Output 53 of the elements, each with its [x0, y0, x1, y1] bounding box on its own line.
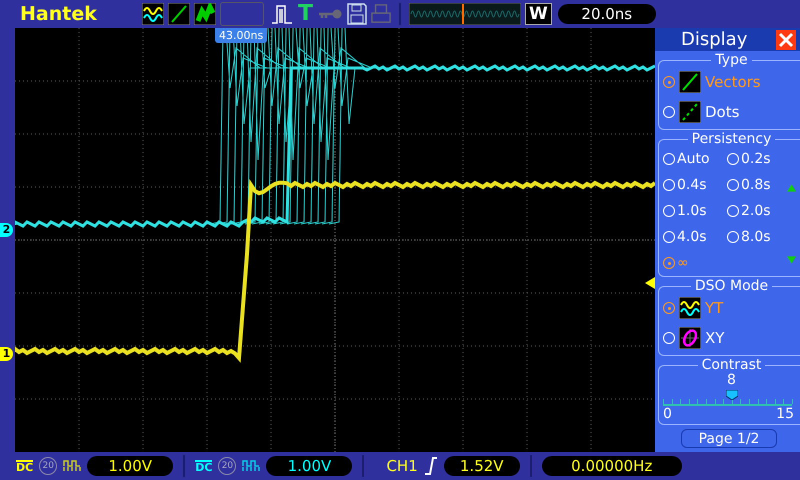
rising-edge-icon[interactable]	[424, 457, 438, 475]
panel-title: Display	[681, 29, 748, 50]
persistency-option[interactable]: 0.2s	[727, 148, 791, 170]
pulse-icon[interactable]	[270, 3, 294, 25]
trigger-source[interactable]: CH1	[386, 457, 418, 475]
square-wave-icon[interactable]	[242, 459, 260, 473]
trigger-level-readout[interactable]: 1.52V	[444, 456, 520, 476]
slider-min-label: 0	[663, 406, 672, 422]
bandwidth-limit[interactable]: 20	[218, 457, 236, 475]
persistency-option[interactable]: Auto	[663, 148, 727, 170]
trigger-time-marker[interactable]: 43.00ns	[215, 28, 268, 43]
contrast-slider[interactable]	[663, 390, 792, 406]
persistency-option[interactable]: 8.0s	[727, 226, 791, 248]
line-icon	[679, 71, 701, 94]
page-button[interactable]: Page 1/2	[681, 429, 777, 448]
trigger-letter[interactable]: T	[298, 3, 314, 25]
persistence-icon[interactable]	[194, 3, 216, 25]
bandwidth-limit[interactable]: 20	[39, 457, 58, 475]
persistency-option[interactable]: 2.0s	[727, 200, 791, 222]
waveform-icon[interactable]	[142, 3, 164, 25]
save-icon[interactable]	[347, 3, 368, 25]
channel-scale-readout[interactable]: 1.00V	[266, 456, 352, 476]
mode-option[interactable]: XY	[663, 323, 800, 354]
dotted-line-icon	[679, 101, 701, 124]
persistency-option[interactable]: 1.0s	[663, 200, 727, 222]
persistency-option[interactable]: 4.0s	[663, 226, 727, 248]
contrast-value: 8	[726, 372, 737, 388]
coupling-label[interactable]: DC	[16, 460, 34, 472]
line-icon[interactable]	[168, 3, 190, 25]
radio-button[interactable]	[663, 257, 675, 270]
group-title: DSO Mode	[694, 279, 770, 294]
group-title: Persistency	[690, 132, 772, 146]
persistency-option[interactable]: 0.8s	[727, 174, 791, 196]
channel-marker[interactable]: 1	[0, 347, 13, 361]
waveform-overview[interactable]	[409, 3, 522, 25]
brand-logo: Hantek	[20, 3, 98, 25]
zoom-button[interactable]: W	[525, 3, 552, 25]
radio-button[interactable]	[663, 302, 675, 314]
slider-thumb[interactable]	[726, 390, 738, 400]
close-icon[interactable]	[776, 30, 796, 50]
channel-scale-readout[interactable]: 1.00V	[87, 456, 174, 476]
frequency-readout: 0.00000Hz	[542, 456, 682, 476]
type-option[interactable]: Dots	[663, 97, 800, 128]
group-title: Contrast	[700, 358, 762, 372]
persistency-option[interactable]: 0.4s	[663, 174, 727, 196]
slider-max-label: 15	[776, 406, 794, 422]
ellipse-icon	[679, 327, 701, 350]
radio-button[interactable]	[663, 76, 675, 88]
timebase-readout[interactable]: 20.0ns	[558, 4, 656, 24]
channel-marker[interactable]: 2	[0, 223, 13, 237]
coupling-label[interactable]: DC	[195, 460, 212, 472]
group-title: Type	[714, 53, 749, 68]
waveform-icon	[679, 297, 701, 320]
